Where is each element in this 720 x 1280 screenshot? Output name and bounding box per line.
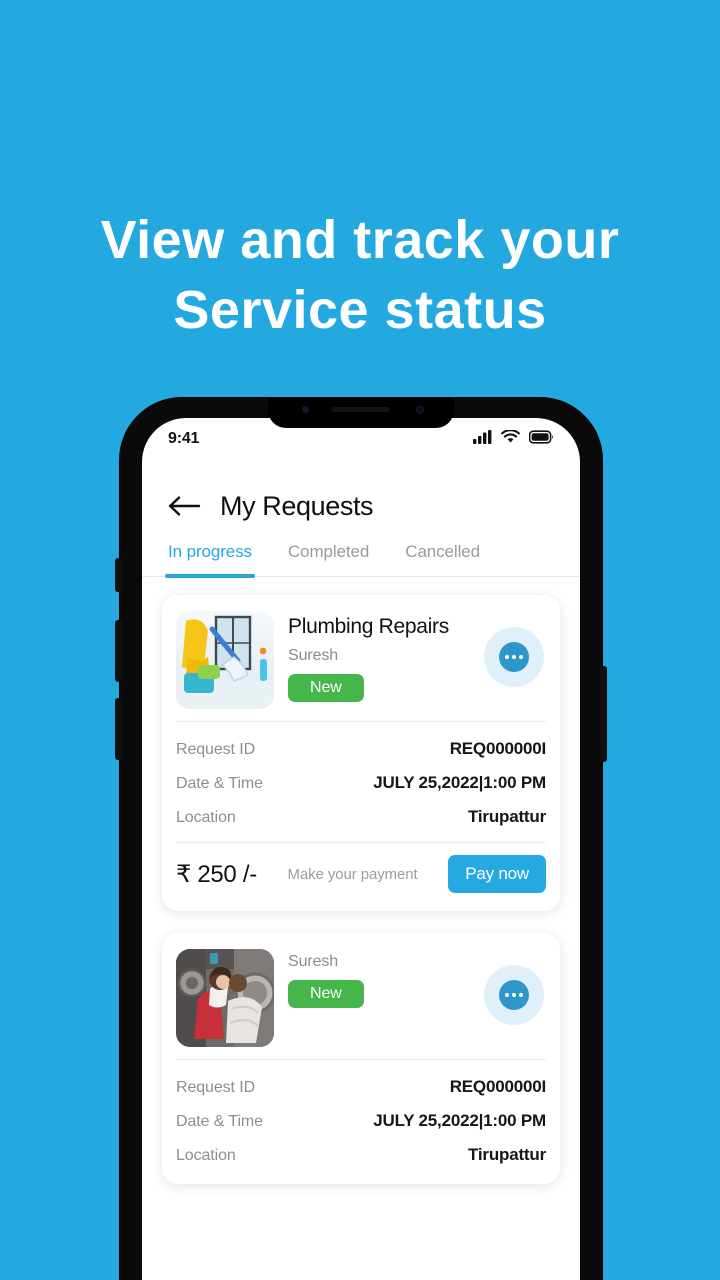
request-card-list: Plumbing Repairs Suresh New Request ID R… [142,577,580,1184]
promo-headline-line2: Service status [173,280,547,341]
more-options-button[interactable] [484,627,544,687]
phone-volume-up-button[interactable] [115,620,122,682]
pay-now-button[interactable]: Pay now [448,855,546,893]
promo-headline: View and track your Service status [0,205,720,345]
detail-label-request-id: Request ID [176,741,256,758]
detail-value-request-id: REQ000000I [449,1077,546,1096]
service-thumbnail-laundry [176,949,274,1047]
promo-headline-line1: View and track your [100,210,620,270]
detail-value-date-time: JULY 25,2022|1:00 PM [373,1111,546,1130]
detail-value-date-time: JULY 25,2022|1:00 PM [373,773,546,792]
request-details: Request ID REQ000000I Date & Time JULY 2… [162,722,560,842]
more-options-icon [499,980,529,1010]
request-card[interactable]: Suresh New Request ID REQ000000I Date & … [162,933,560,1184]
request-card-header: Plumbing Repairs Suresh New [162,595,560,721]
request-card[interactable]: Plumbing Repairs Suresh New Request ID R… [162,595,560,911]
detail-row-request-id: Request ID REQ000000I [176,1070,546,1104]
earpiece-speaker-icon [332,407,390,412]
detail-row-date-time: Date & Time JULY 25,2022|1:00 PM [176,766,546,800]
payment-row: ₹ 250 /- Make your payment Pay now [162,843,560,907]
detail-label-location: Location [176,1147,236,1164]
detail-value-location: Tirupattur [468,807,546,826]
page-title: My Requests [220,490,374,521]
tab-completed[interactable]: Completed [288,538,369,576]
request-details: Request ID REQ000000I Date & Time JULY 2… [162,1060,560,1180]
app-header: My Requests [142,460,580,526]
detail-row-location: Location Tirupattur [176,1138,546,1172]
status-badge: New [288,674,364,703]
tab-cancelled[interactable]: Cancelled [405,538,480,576]
detail-row-request-id: Request ID REQ000000I [176,732,546,766]
detail-row-date-time: Date & Time JULY 25,2022|1:00 PM [176,1104,546,1138]
phone-power-button[interactable] [600,666,607,762]
more-options-icon [499,642,529,672]
detail-label-request-id: Request ID [176,1079,256,1096]
status-badge: New [288,980,364,1008]
phone-volume-down-button[interactable] [115,698,122,760]
laundry-photo [176,949,274,1047]
detail-label-date-time: Date & Time [176,1113,263,1130]
detail-label-date-time: Date & Time [176,775,263,792]
payment-hint: Make your payment [287,865,418,883]
phone-screen: 9:41 My Requests In progress Completed C… [142,418,580,1280]
proximity-sensor-icon [302,406,309,413]
signal-icon [473,430,492,444]
detail-value-request-id: REQ000000I [449,739,546,758]
status-bar-time: 9:41 [168,430,200,447]
phone-mute-switch[interactable] [115,558,122,592]
plumbing-cleaning-photo [176,611,274,709]
back-arrow-icon[interactable] [168,495,202,517]
more-options-button[interactable] [484,965,544,1025]
front-camera-icon [416,406,424,414]
phone-mockup-frame: 9:41 My Requests In progress Completed C… [115,398,607,1280]
service-thumbnail-plumbing [176,611,274,709]
request-card-header: Suresh New [162,933,560,1059]
payment-amount: ₹ 250 /- [176,860,257,888]
tab-in-progress[interactable]: In progress [165,538,255,578]
detail-label-location: Location [176,809,236,826]
request-status-tabs: In progress Completed Cancelled [142,526,580,578]
detail-row-location: Location Tirupattur [176,800,546,834]
status-bar-icons [473,430,554,444]
phone-notch [268,398,454,428]
detail-value-location: Tirupattur [468,1145,546,1164]
battery-icon [529,430,553,444]
wifi-icon [501,430,520,443]
